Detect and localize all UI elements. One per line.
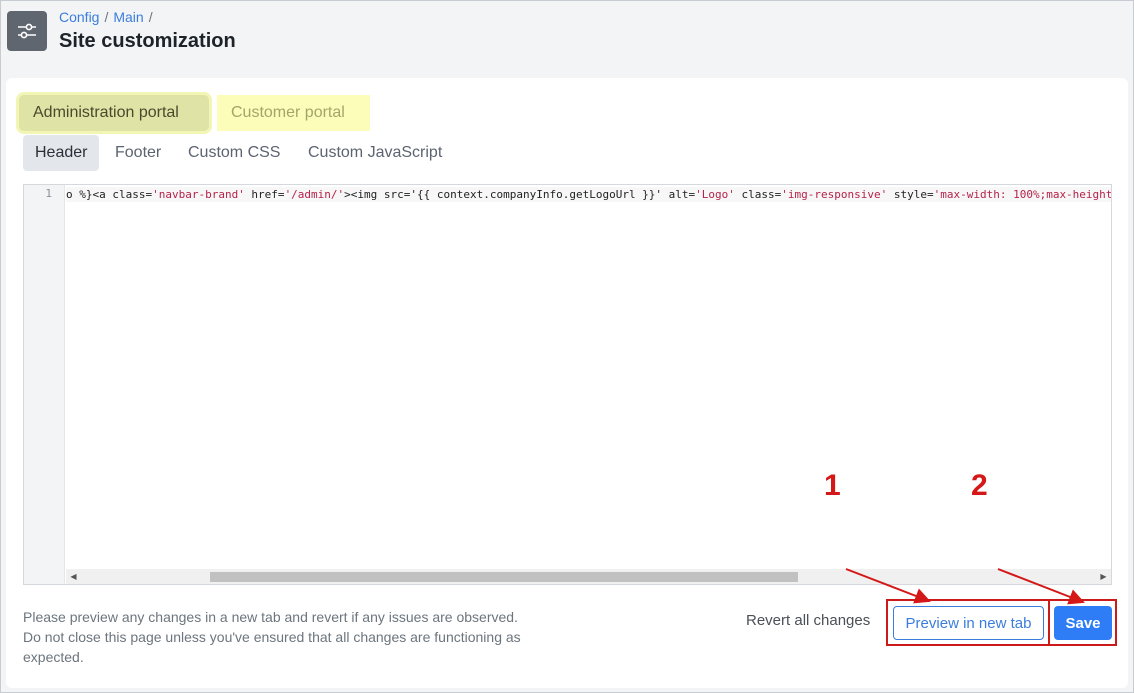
annotation-arrow-1 <box>845 568 931 604</box>
annotation-arrows <box>845 568 1085 605</box>
app-window: Config / Main / Site customization Administ… <box>0 0 1134 693</box>
annotation-arrow-2 <box>997 568 1085 605</box>
